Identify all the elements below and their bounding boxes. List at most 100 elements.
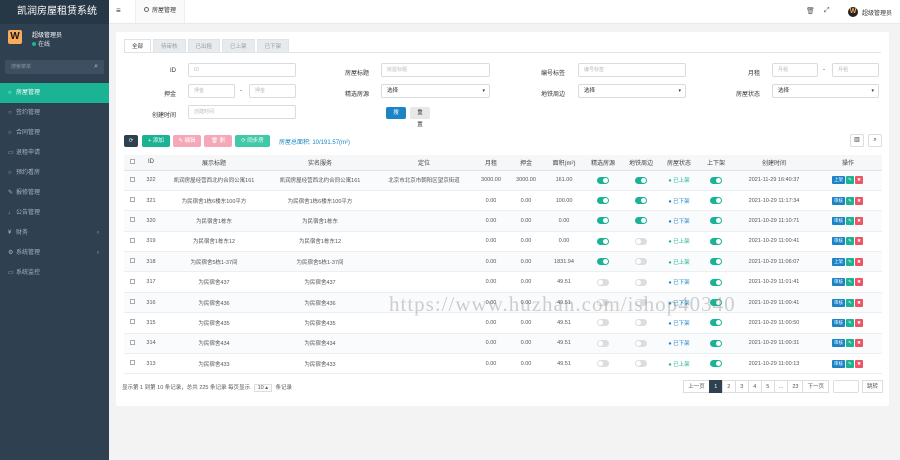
trash-icon[interactable]: ✖: [855, 237, 863, 246]
admin-avatar[interactable]: W: [848, 7, 858, 17]
status-tab[interactable]: 已下架: [256, 39, 290, 53]
shelf-toggle[interactable]: [710, 319, 722, 327]
page-button[interactable]: 2: [721, 380, 736, 393]
table-row[interactable]: 314 为民宿舍434 为民宿舍434 0.00 0.00 49.51 ● 已下架 2021-…: [124, 333, 882, 355]
table-row[interactable]: 317 为民宿舍437 为民宿舍437 0.00 0.00 49.51 ● 已下架 2021-…: [124, 271, 882, 293]
edit-button[interactable]: ✎ 编辑: [173, 135, 201, 147]
trash-icon[interactable]: ✖: [855, 298, 863, 307]
shelf-toggle[interactable]: [710, 217, 722, 225]
shelf-toggle[interactable]: [710, 258, 722, 266]
sidebar-item[interactable]: ⚙ 系统管理 ‹: [0, 243, 109, 263]
shelf-toggle[interactable]: [710, 278, 722, 286]
table-row[interactable]: 313 为民宿舍433 为民宿舍433 0.00 0.00 49.51 ● 已上架 2021-…: [124, 353, 882, 375]
page-button[interactable]: ...: [773, 380, 789, 393]
tab-house-management[interactable]: 房屋管理: [135, 0, 186, 23]
row-action-button[interactable]: 审核: [832, 237, 845, 246]
hot-toggle[interactable]: [597, 339, 609, 347]
pencil-icon[interactable]: ✎: [846, 176, 854, 185]
sidebar-item[interactable]: ○ 合同管理: [0, 123, 109, 143]
search-button[interactable]: 搜索: [386, 107, 406, 128]
trash-icon[interactable]: ✖: [855, 339, 863, 348]
metro-toggle[interactable]: [635, 360, 647, 368]
table-row[interactable]: 319 为民宿舍1栋东12 为民宿舍1栋东12 0.00 0.00 0.00 ● 已上架 20…: [124, 231, 882, 253]
hot-toggle[interactable]: [597, 258, 609, 266]
page-size-select[interactable]: 10 ▴: [253, 384, 273, 392]
page-button[interactable]: 5: [760, 380, 775, 393]
deposit-from-input[interactable]: 押金: [188, 84, 235, 98]
trash-icon[interactable]: ✖: [855, 216, 863, 225]
shelf-toggle[interactable]: [710, 237, 722, 245]
select-all-checkbox[interactable]: [129, 158, 135, 164]
hot-toggle[interactable]: [597, 278, 609, 286]
metro-toggle[interactable]: [635, 197, 647, 205]
shelf-toggle[interactable]: [710, 197, 722, 205]
columns-icon[interactable]: ▥: [850, 134, 864, 147]
admin-name[interactable]: 超级管理员: [862, 8, 892, 17]
row-action-button[interactable]: 审核: [832, 196, 845, 205]
id-input[interactable]: ID: [188, 63, 296, 77]
metro-toggle[interactable]: [635, 176, 647, 184]
shelf-toggle[interactable]: [710, 176, 722, 184]
sidebar-item[interactable]: ▭ 退租申请: [0, 143, 109, 163]
title-input[interactable]: 房屋标题: [381, 63, 490, 77]
menu-search-input[interactable]: 搜索菜单 ⌕: [5, 60, 104, 74]
table-row[interactable]: 322 凯润房屋经营西北约合同公寓161 凯润房屋经营西北约合同公寓161 北京市北京…: [124, 170, 882, 191]
status-tab[interactable]: 已出租: [187, 39, 221, 53]
sidebar-item[interactable]: ¥ 财务 ‹: [0, 223, 109, 243]
pencil-icon[interactable]: ✎: [846, 237, 854, 246]
sidebar-item[interactable]: ✎ 报修管理: [0, 183, 109, 203]
sidebar-item[interactable]: ○ 签约管理: [0, 103, 109, 123]
pencil-icon[interactable]: ✎: [846, 298, 854, 307]
status-tab[interactable]: 已上架: [222, 39, 255, 53]
trash-icon[interactable]: ✖: [855, 359, 863, 368]
trash-icon[interactable]: ✖: [855, 318, 863, 327]
row-checkbox[interactable]: [129, 339, 135, 345]
row-action-button[interactable]: 审核: [832, 216, 845, 225]
pencil-icon[interactable]: ✎: [846, 318, 854, 327]
trash-icon[interactable]: 🗑: [806, 7, 815, 15]
search-toggle-icon[interactable]: ⌕: [868, 134, 882, 147]
row-checkbox[interactable]: [129, 176, 135, 182]
trash-icon[interactable]: ✖: [855, 176, 863, 185]
pencil-icon[interactable]: ✎: [846, 216, 854, 225]
row-checkbox[interactable]: [129, 360, 135, 366]
sync-button[interactable]: ⟳ 同步房: [235, 135, 270, 147]
deposit-to-input[interactable]: 押金: [249, 84, 296, 98]
row-checkbox[interactable]: [129, 258, 135, 264]
page-button[interactable]: 3: [734, 380, 749, 393]
fullscreen-icon[interactable]: ⤢: [824, 7, 830, 15]
shelf-toggle[interactable]: [710, 360, 722, 368]
table-row[interactable]: 320 为民宿舍1栋东 为民宿舍1栋东 0.00 0.00 0.00 ● 已下架 2021-1…: [124, 210, 882, 232]
hot-select[interactable]: 选择 ▾: [381, 84, 490, 98]
pencil-icon[interactable]: ✎: [846, 196, 854, 205]
row-action-button[interactable]: 审核: [832, 318, 845, 327]
row-action-button[interactable]: 审核: [832, 339, 845, 348]
reset-button[interactable]: 重置: [410, 107, 430, 128]
sidebar-item[interactable]: ○ 预约看房: [0, 163, 109, 183]
page-jump-input[interactable]: [832, 380, 859, 393]
row-checkbox[interactable]: [129, 217, 135, 223]
menu-toggle-icon[interactable]: ≡: [116, 6, 121, 15]
metro-toggle[interactable]: [635, 278, 647, 286]
metro-toggle[interactable]: [635, 237, 647, 245]
select-all-header[interactable]: [124, 155, 140, 171]
next-page-button[interactable]: 下一页: [802, 380, 829, 393]
code-input[interactable]: 编号标签: [578, 63, 686, 77]
row-action-button[interactable]: 上架: [832, 257, 845, 266]
sidebar-item[interactable]: ○ 房屋管理: [0, 83, 109, 103]
rent-from-input[interactable]: 月租: [772, 63, 818, 77]
search-icon[interactable]: ⌕: [94, 60, 98, 74]
shelf-toggle[interactable]: [710, 339, 722, 347]
metro-toggle[interactable]: [635, 339, 647, 347]
sidebar-item[interactable]: ♩ 公告管理: [0, 203, 109, 223]
pencil-icon[interactable]: ✎: [846, 339, 854, 348]
user-name[interactable]: 超级管理员: [32, 30, 62, 39]
status-tab[interactable]: 全部: [124, 39, 152, 53]
row-checkbox[interactable]: [129, 197, 135, 203]
page-button[interactable]: 1: [708, 380, 723, 393]
row-checkbox[interactable]: [129, 278, 135, 284]
hot-toggle[interactable]: [597, 176, 609, 184]
metro-toggle[interactable]: [635, 319, 647, 327]
hot-toggle[interactable]: [597, 319, 609, 327]
table-row[interactable]: 321 为民宿舍1栋6楼东100平方 为民宿舍1栋6楼东100平方 0.00 0.00 1…: [124, 190, 882, 212]
